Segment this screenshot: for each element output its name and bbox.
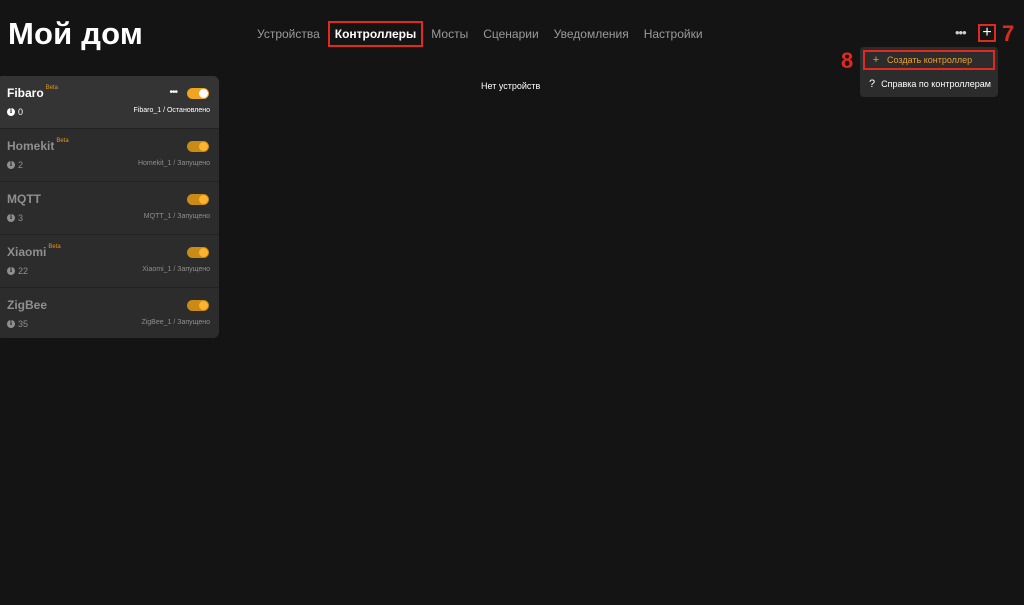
- controller-status: Homekit_1 / Запущено: [137, 160, 210, 167]
- controller-toggle[interactable]: [187, 88, 209, 99]
- beta-badge: Beta: [45, 85, 59, 91]
- controller-name: Fibaro Beta: [7, 85, 59, 100]
- controller-card-zigbee[interactable]: ZigBee i 35 ZigBee_1 / Запущено: [0, 288, 219, 338]
- info-icon: i: [7, 267, 15, 275]
- device-count: i 0: [7, 107, 23, 117]
- controllers-help-menu-item[interactable]: ? Справка по контроллерам: [863, 74, 995, 94]
- create-controller-menu-item[interactable]: + Создать контроллер: [863, 50, 995, 70]
- beta-badge: Beta: [48, 244, 61, 250]
- toggle-knob: [199, 301, 208, 310]
- plus-icon: +: [872, 54, 880, 66]
- page-title: Мой дом: [8, 16, 143, 51]
- controller-more-icon[interactable]: •••: [169, 88, 177, 98]
- controller-name-text: ZigBee: [7, 298, 48, 312]
- controller-name-text: Homekit: [7, 139, 55, 153]
- controller-card-homekit[interactable]: Homekit Beta i 2 Homekit_1 / Запущено: [0, 129, 219, 181]
- device-count: i 2: [7, 160, 23, 170]
- tab-bridges[interactable]: Мосты: [424, 21, 475, 47]
- controller-card-xiaomi[interactable]: Xiaomi Beta i 22 Xiaomi_1 / Запущено: [0, 235, 219, 287]
- device-count-value: 35: [18, 319, 29, 329]
- toggle-knob: [199, 89, 208, 98]
- add-icon[interactable]: +: [978, 24, 996, 42]
- create-controller-label: Создать контроллер: [887, 55, 973, 65]
- device-count-value: 2: [18, 160, 24, 170]
- device-count-value: 22: [18, 266, 29, 276]
- controller-name: Homekit Beta: [7, 138, 69, 153]
- toggle-knob: [199, 142, 208, 151]
- empty-devices-message: Нет устройств: [481, 81, 541, 91]
- device-count-value: 0: [18, 107, 24, 117]
- controller-card-fibaro[interactable]: Fibaro Beta ••• i 0 Fibaro_1 / Остановлен…: [0, 76, 219, 128]
- beta-badge: Beta: [56, 138, 69, 144]
- info-icon: i: [7, 214, 15, 222]
- tab-notifications[interactable]: Уведомления: [547, 21, 636, 47]
- device-count: i 22: [7, 266, 28, 276]
- controller-name: Xiaomi Beta: [7, 244, 61, 259]
- controller-status: MQTT_1 / Запущено: [143, 213, 210, 220]
- controllers-help-label: Справка по контроллерам: [881, 79, 991, 89]
- controller-name: ZigBee: [7, 298, 47, 312]
- tab-settings[interactable]: Настройки: [637, 21, 710, 47]
- controller-toggle[interactable]: [187, 300, 209, 311]
- add-dropdown-menu: + Создать контроллер ? Справка по контро…: [860, 47, 998, 97]
- device-count-value: 3: [18, 213, 24, 223]
- controller-name: MQTT: [7, 192, 41, 206]
- more-options-icon[interactable]: •••: [955, 26, 967, 40]
- info-icon: i: [7, 161, 15, 169]
- controller-name-text: Fibaro: [7, 86, 44, 100]
- tab-devices[interactable]: Устройства: [250, 21, 327, 47]
- device-count: i 35: [7, 319, 28, 329]
- controller-toggle[interactable]: [187, 141, 209, 152]
- controller-card-mqtt[interactable]: MQTT i 3 MQTT_1 / Запущено: [0, 182, 219, 234]
- annotation-step-8: 8: [841, 48, 854, 73]
- controller-status: ZigBee_1 / Запущено: [141, 319, 210, 326]
- toggle-knob: [199, 195, 208, 204]
- tab-controllers[interactable]: Контроллеры: [327, 21, 424, 47]
- toggle-knob: [199, 248, 208, 257]
- controller-toggle[interactable]: [187, 247, 209, 258]
- controller-toggle[interactable]: [187, 194, 209, 205]
- annotation-step-7: 7: [1002, 21, 1015, 46]
- main-nav: Устройства Контроллеры Мосты Сценарии Ув…: [250, 21, 711, 47]
- info-icon: i: [7, 108, 15, 116]
- question-icon: ?: [869, 78, 876, 90]
- controller-status: Xiaomi_1 / Запущено: [142, 266, 210, 273]
- controller-name-text: Xiaomi: [7, 245, 47, 259]
- controller-status: Fibaro_1 / Остановлено: [133, 107, 210, 114]
- controllers-list: Fibaro Beta ••• i 0 Fibaro_1 / Остановлен…: [0, 76, 219, 338]
- info-icon: i: [7, 320, 15, 328]
- device-count: i 3: [7, 213, 23, 223]
- controller-name-text: MQTT: [7, 192, 41, 206]
- tab-scenarios[interactable]: Сценарии: [476, 21, 545, 47]
